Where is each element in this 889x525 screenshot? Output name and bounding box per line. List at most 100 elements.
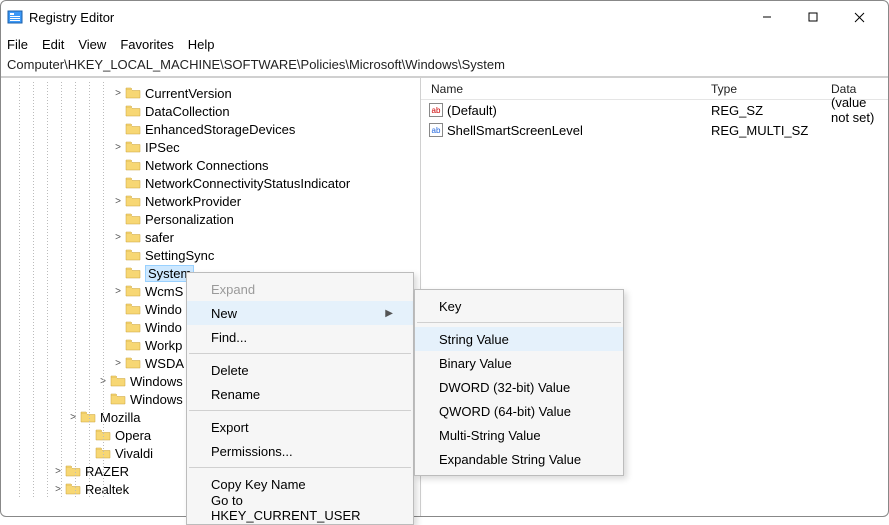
tree-item[interactable]: > NetworkProvider (1, 192, 420, 210)
tree-item[interactable]: >safer (1, 228, 420, 246)
expander-icon[interactable]: > (111, 142, 125, 153)
tree-item[interactable]: > CurrentVersion (1, 84, 420, 102)
regedit-icon (7, 9, 23, 25)
value-icon: ab (429, 123, 443, 137)
col-name[interactable]: Name (421, 82, 701, 96)
folder-icon (65, 464, 81, 478)
separator (189, 353, 411, 354)
folder-icon (125, 284, 141, 298)
ctx-new-qword[interactable]: QWORD (64-bit) Value (415, 399, 623, 423)
folder-icon (125, 338, 141, 352)
folder-icon (125, 320, 141, 334)
tree-label: Personalization (145, 212, 234, 227)
folder-icon (125, 266, 141, 280)
menubar: File Edit View Favorites Help (1, 33, 888, 55)
col-type[interactable]: Type (701, 82, 821, 96)
tree-item[interactable]: DataCollection (1, 102, 420, 120)
ctx-export[interactable]: Export (187, 415, 413, 439)
folder-icon (125, 86, 141, 100)
expander-icon[interactable]: > (66, 412, 80, 423)
tree-item[interactable]: SettingSync (1, 246, 420, 264)
expander-icon[interactable]: > (51, 466, 65, 477)
tree-label: Windows (130, 392, 183, 407)
value-icon: ab (429, 103, 443, 117)
window-controls (744, 1, 882, 33)
col-data[interactable]: Data (821, 82, 888, 96)
separator (417, 322, 621, 323)
tree-label: Mozilla (100, 410, 140, 425)
folder-icon (125, 212, 141, 226)
tree-label: Opera (115, 428, 151, 443)
titlebar: Registry Editor (1, 1, 888, 33)
tree-label: WcmS (145, 284, 183, 299)
context-submenu-new: Key String Value Binary Value DWORD (32-… (414, 289, 624, 476)
ctx-permissions[interactable]: Permissions... (187, 439, 413, 463)
ctx-expand: Expand (187, 277, 413, 301)
ctx-delete[interactable]: Delete (187, 358, 413, 382)
context-menu: Expand New▶ Find... Delete Rename Export… (186, 272, 414, 525)
value-row[interactable]: ab(Default)REG_SZ(value not set) (421, 100, 888, 120)
ctx-goto[interactable]: Go to HKEY_CURRENT_USER (187, 496, 413, 520)
ctx-new-binary[interactable]: Binary Value (415, 351, 623, 375)
folder-icon (125, 104, 141, 118)
value-name: ShellSmartScreenLevel (447, 123, 583, 138)
folder-icon (125, 302, 141, 316)
ctx-new-string[interactable]: String Value (415, 327, 623, 351)
menu-view[interactable]: View (78, 37, 106, 52)
menu-file[interactable]: File (7, 37, 28, 52)
tree-label: WSDA (145, 356, 184, 371)
value-type: REG_SZ (701, 103, 821, 118)
ctx-find[interactable]: Find... (187, 325, 413, 349)
tree-label: NetworkProvider (145, 194, 241, 209)
minimize-button[interactable] (744, 1, 790, 33)
folder-icon (125, 194, 141, 208)
tree-label: IPSec (145, 140, 180, 155)
tree-label: RAZER (85, 464, 129, 479)
address-text: Computer\HKEY_LOCAL_MACHINE\SOFTWARE\Pol… (7, 57, 505, 72)
tree-item[interactable]: NetworkConnectivityStatusIndicator (1, 174, 420, 192)
folder-icon (80, 410, 96, 424)
close-button[interactable] (836, 1, 882, 33)
ctx-new[interactable]: New▶ (187, 301, 413, 325)
address-bar[interactable]: Computer\HKEY_LOCAL_MACHINE\SOFTWARE\Pol… (1, 55, 888, 77)
folder-icon (125, 248, 141, 262)
tree-label: Vivaldi (115, 446, 153, 461)
expander-icon[interactable]: > (111, 286, 125, 297)
tree-label: Windo (145, 320, 182, 335)
value-name: (Default) (447, 103, 497, 118)
ctx-new-multi[interactable]: Multi-String Value (415, 423, 623, 447)
tree-label: Windo (145, 302, 182, 317)
tree-item[interactable]: > IPSec (1, 138, 420, 156)
expander-icon[interactable]: > (111, 196, 125, 207)
ctx-new-key[interactable]: Key (415, 294, 623, 318)
ctx-new-expand[interactable]: Expandable String Value (415, 447, 623, 471)
folder-icon (65, 482, 81, 496)
tree-item[interactable]: Network Connections (1, 156, 420, 174)
tree-label: Windows (130, 374, 183, 389)
ctx-rename[interactable]: Rename (187, 382, 413, 406)
folder-icon (125, 230, 141, 244)
tree-label: DataCollection (145, 104, 230, 119)
tree-label: CurrentVersion (145, 86, 232, 101)
tree-label: SettingSync (145, 248, 214, 263)
maximize-button[interactable] (790, 1, 836, 33)
value-row[interactable]: ab ShellSmartScreenLevel REG_MULTI_SZ (421, 120, 888, 140)
menu-help[interactable]: Help (188, 37, 215, 52)
value-type: REG_MULTI_SZ (701, 123, 821, 138)
folder-icon (125, 158, 141, 172)
expander-icon[interactable]: > (111, 358, 125, 369)
expander-icon[interactable]: > (111, 232, 125, 243)
folder-icon (125, 176, 141, 190)
tree-item[interactable]: Personalization (1, 210, 420, 228)
expander-icon[interactable]: > (111, 88, 125, 99)
tree-label: Network Connections (145, 158, 269, 173)
ctx-new-dword[interactable]: DWORD (32-bit) Value (415, 375, 623, 399)
list-header: Name Type Data (421, 78, 888, 100)
tree-label: NetworkConnectivityStatusIndicator (145, 176, 350, 191)
folder-icon (125, 122, 141, 136)
menu-favorites[interactable]: Favorites (120, 37, 173, 52)
tree-label: Realtek (85, 482, 129, 497)
expander-icon[interactable]: > (51, 484, 65, 495)
tree-item[interactable]: EnhancedStorageDevices (1, 120, 420, 138)
menu-edit[interactable]: Edit (42, 37, 64, 52)
